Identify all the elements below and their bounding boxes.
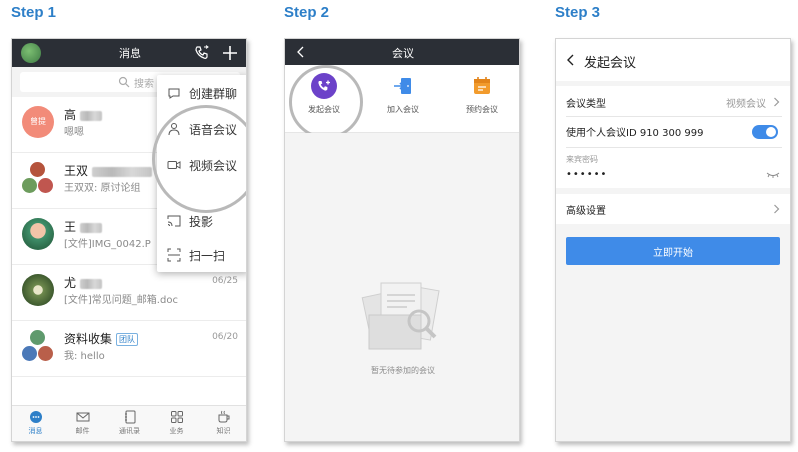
bottom-tab-bar: 消息 邮件 通讯录 业务 知识 xyxy=(12,405,246,441)
menu-item-label: 投影 xyxy=(189,215,214,229)
chat-preview: [文件]IMG_0042.P xyxy=(64,239,151,250)
eye-closed-icon[interactable] xyxy=(766,171,780,179)
schedule-meeting-button[interactable]: 预约会议 xyxy=(443,73,519,115)
menu-item-label: 创建群聊 xyxy=(189,87,238,101)
personal-id-label: 使用个人会议ID 910 300 999 xyxy=(566,128,704,139)
app-header: 会议 xyxy=(285,39,519,65)
personal-id-toggle[interactable] xyxy=(752,125,778,139)
tab-label: 业务 xyxy=(169,427,184,435)
chat-list-item[interactable]: 尤 [文件]常见问题_邮箱.doc 06/25 xyxy=(12,265,246,321)
chat-name: 王双 xyxy=(64,162,152,179)
tab-messages[interactable]: 消息 xyxy=(12,410,59,436)
chat-list-item[interactable]: 资料收集 团队 我: hello 06/20 xyxy=(12,321,246,377)
chat-bubble-icon xyxy=(168,88,180,99)
avatar xyxy=(22,218,54,250)
meeting-type-label: 会议类型 xyxy=(566,99,606,110)
group-avatar xyxy=(22,330,54,362)
phone-screen-messages: 消息 搜索 曾提 高 嗯嗯 王双 王双双: 原讨论组 王 [文件]IMG_004… xyxy=(11,38,247,442)
action-label: 加入会议 xyxy=(387,105,419,114)
chat-name: 高 xyxy=(64,106,102,123)
phone-screen-start-meeting: 发起会议 会议类型 视频会议 使用个人会议ID 910 300 999 来宾密码… xyxy=(555,38,791,442)
avatar-initials: 曾提 xyxy=(30,117,46,126)
chevron-right-icon xyxy=(774,204,780,214)
chat-preview: 王双双: 原讨论组 xyxy=(64,183,141,194)
step-2-label: Step 2 xyxy=(284,4,330,21)
tutorial-canvas: Step 1 Step 2 Step 3 消息 搜索 曾提 高 嗯嗯 王双 王双… xyxy=(0,0,798,452)
phone-call-icon[interactable] xyxy=(194,45,210,61)
chat-preview: [文件]常见问题_邮箱.doc xyxy=(64,295,178,306)
personal-id-row: 使用个人会议ID 910 300 999 xyxy=(556,117,790,147)
chat-preview: 我: hello xyxy=(64,351,105,362)
tab-contacts[interactable]: 通讯录 xyxy=(106,410,153,436)
redacted-text xyxy=(79,278,102,289)
cast-icon xyxy=(167,215,181,227)
tab-label: 邮件 xyxy=(75,427,90,435)
chat-time: 06/20 xyxy=(212,332,238,342)
meeting-type-value: 视频会议 xyxy=(726,99,766,110)
password-label: 来宾密码 xyxy=(566,155,598,164)
avatar xyxy=(22,274,54,306)
page-title: 会议 xyxy=(392,47,414,60)
password-row: 来宾密码 •••••• xyxy=(556,148,790,188)
contacts-icon xyxy=(124,410,135,424)
app-header: 发起会议 xyxy=(556,39,790,81)
action-label: 预约会议 xyxy=(466,105,498,114)
tab-label: 通讯录 xyxy=(119,427,140,435)
step-1-label: Step 1 xyxy=(11,4,57,21)
team-badge: 团队 xyxy=(116,333,139,346)
chevron-right-icon xyxy=(774,97,780,107)
phone-screen-meetings: 会议 发起会议 加入会议 预约会议 暂无待参加的会议 xyxy=(284,38,520,442)
redacted-text xyxy=(79,110,102,121)
tab-business[interactable]: 业务 xyxy=(153,410,200,436)
message-icon xyxy=(29,411,42,423)
join-meeting-button[interactable]: 加入会议 xyxy=(364,73,442,115)
search-icon xyxy=(118,76,130,88)
highlight-circle xyxy=(289,65,363,139)
back-arrow-icon[interactable] xyxy=(566,53,576,67)
menu-item-scan[interactable]: 扫一扫 xyxy=(157,239,246,273)
tab-label: 知识 xyxy=(216,427,231,435)
search-placeholder: 搜索 xyxy=(134,79,154,90)
page-title: 发起会议 xyxy=(584,56,637,71)
start-now-label: 立即开始 xyxy=(653,248,693,259)
plus-icon[interactable] xyxy=(221,44,239,62)
meeting-list-empty: 暂无待参加的会议 xyxy=(285,133,519,441)
empty-state-text: 暂无待参加的会议 xyxy=(371,366,435,375)
advanced-settings-row[interactable]: 高级设置 xyxy=(556,194,790,224)
tab-mail[interactable]: 邮件 xyxy=(59,410,106,436)
tab-label: 消息 xyxy=(28,427,43,435)
step-3-label: Step 3 xyxy=(555,4,601,21)
advanced-settings-label: 高级设置 xyxy=(566,206,606,217)
chat-time: 06/25 xyxy=(212,276,238,286)
apps-grid-icon xyxy=(170,411,183,423)
avatar: 曾提 xyxy=(22,106,54,138)
coffee-icon xyxy=(218,410,229,423)
chat-name: 王 xyxy=(64,218,102,235)
chat-name: 尤 xyxy=(64,274,102,291)
start-now-button[interactable]: 立即开始 xyxy=(566,237,780,265)
toggle-knob xyxy=(766,127,776,137)
scan-icon xyxy=(167,248,181,262)
mail-icon xyxy=(76,412,89,422)
tab-knowledge[interactable]: 知识 xyxy=(200,410,246,436)
redacted-text xyxy=(79,222,102,233)
menu-item-label: 扫一扫 xyxy=(189,249,226,263)
join-meeting-icon xyxy=(394,78,411,94)
calendar-icon xyxy=(474,77,490,94)
chat-preview: 嗯嗯 xyxy=(64,127,84,138)
password-field[interactable]: •••••• xyxy=(566,169,607,180)
chat-name: 资料收集 团队 xyxy=(64,330,139,347)
app-header: 消息 xyxy=(12,39,246,67)
meeting-type-row[interactable]: 会议类型 视频会议 xyxy=(556,86,790,116)
page-title: 消息 xyxy=(119,47,141,60)
empty-documents-icon xyxy=(361,282,440,350)
redacted-text xyxy=(91,166,152,177)
group-avatar xyxy=(22,162,54,194)
